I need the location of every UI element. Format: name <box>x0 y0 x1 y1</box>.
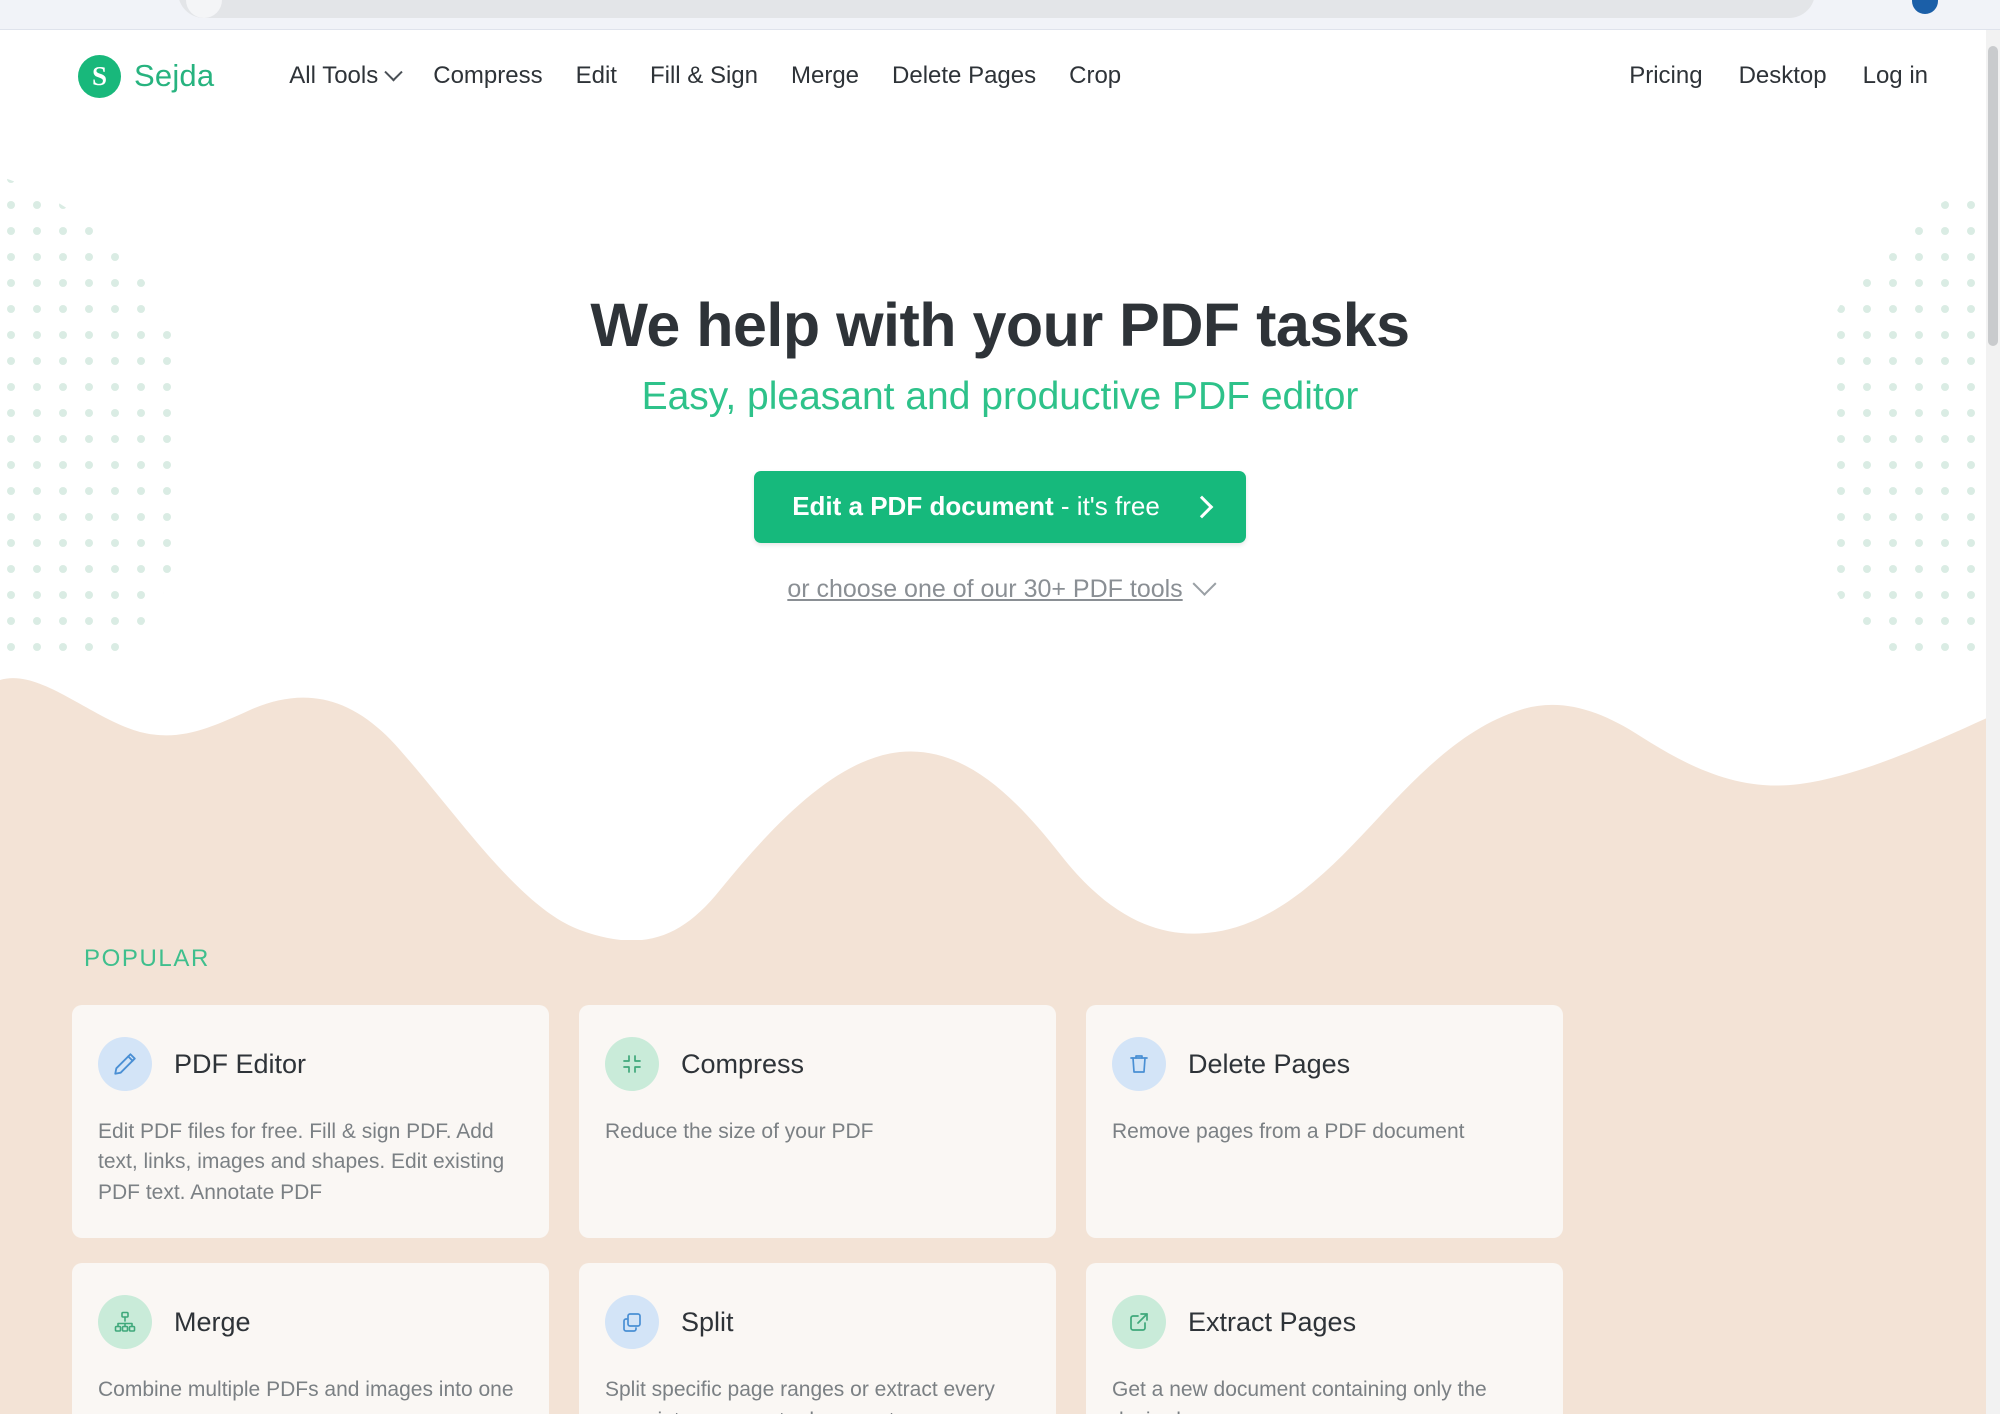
tool-card-title: Delete Pages <box>1188 1048 1351 1079</box>
tool-card-header: Split <box>605 1295 1030 1350</box>
nav-item-label: Log in <box>1862 62 1928 89</box>
nav-item-label: Desktop <box>1738 62 1827 89</box>
browser-chrome-strip <box>0 0 2000 30</box>
tool-card-description: Remove pages from a PDF document <box>1112 1120 1465 1143</box>
nav-item-label: Fill & Sign <box>649 62 758 89</box>
nav-item-label: Crop <box>1069 62 1122 89</box>
tool-card-split[interactable]: Split Split specific page ranges or extr… <box>579 1263 1056 1414</box>
tool-card-header: PDF Editor <box>98 1037 523 1091</box>
nav-item-label: Edit <box>575 62 617 89</box>
nav-item-all-tools[interactable]: All Tools <box>289 62 403 90</box>
compress-arrows-icon <box>605 1037 659 1091</box>
tool-card-header: Delete Pages <box>1112 1037 1537 1091</box>
tool-card-title: Split <box>681 1306 734 1337</box>
nav-item-label: Compress <box>433 62 543 89</box>
hero-subtitle: Easy, pleasant and productive PDF editor <box>641 375 1359 419</box>
hero-cta-wrap: Edit a PDF document - it's free <box>0 471 2000 544</box>
tool-card-grid: PDF Editor Edit PDF files for free. Fill… <box>72 1005 1622 1414</box>
popular-tools-section: POPULAR PDF Editor Edit PDF files for fr… <box>0 945 2000 1414</box>
chevron-right-icon <box>1190 495 1214 518</box>
nav-item-pricing[interactable]: Pricing <box>1629 62 1702 90</box>
nav-item-label: All Tools <box>289 62 379 89</box>
page-title: We help with your PDF tasks <box>590 291 1410 359</box>
nav-item-merge[interactable]: Merge <box>791 62 859 90</box>
tool-card-header: Compress <box>605 1037 1030 1091</box>
sejda-logo-icon: S <box>78 54 121 98</box>
pencil-icon <box>98 1037 152 1091</box>
choose-tools-label: or choose one of our 30+ PDF tools <box>787 575 1183 604</box>
choose-tools-link[interactable]: or choose one of our 30+ PDF tools <box>787 571 1217 604</box>
secondary-nav: Pricing Desktop Log in <box>1629 62 1928 90</box>
nav-item-label: Delete Pages <box>892 62 1037 89</box>
layers-copy-icon <box>605 1295 659 1350</box>
site-header: S Sejda All Tools Compress Edit Fill & S… <box>0 30 2000 122</box>
page-root: S Sejda All Tools Compress Edit Fill & S… <box>0 0 2000 1414</box>
popular-section-label: POPULAR <box>84 945 210 972</box>
tool-card-description: Split specific page ranges or extract ev… <box>605 1378 995 1414</box>
browser-address-bar[interactable] <box>178 0 1815 18</box>
nav-item-edit[interactable]: Edit <box>576 62 617 90</box>
nav-item-label: Merge <box>791 62 860 89</box>
nav-item-label: Pricing <box>1629 62 1703 89</box>
cta-primary-label: Edit a PDF document <box>792 491 1054 522</box>
tool-card-title: Merge <box>174 1306 251 1337</box>
nav-item-delete-pages[interactable]: Delete Pages <box>892 62 1036 90</box>
browser-profile-avatar[interactable] <box>1912 0 1938 14</box>
page-scrollbar[interactable] <box>1986 30 2000 1414</box>
external-link-icon <box>1112 1295 1166 1350</box>
tool-card-description: Edit PDF files for free. Fill & sign PDF… <box>98 1120 505 1204</box>
nav-item-desktop[interactable]: Desktop <box>1739 62 1827 90</box>
tool-card-title: PDF Editor <box>174 1048 307 1079</box>
page-scrollbar-thumb[interactable] <box>1988 46 1998 346</box>
tool-card-title: Extract Pages <box>1188 1306 1357 1337</box>
chevron-down-icon <box>1192 571 1217 596</box>
tool-card-header: Merge <box>98 1295 523 1350</box>
tool-card-header: Extract Pages <box>1112 1295 1537 1350</box>
hero-section: We help with your PDF tasks Easy, pleasa… <box>0 122 2000 652</box>
sitemap-icon <box>98 1295 152 1350</box>
tool-card-description: Reduce the size of your PDF <box>605 1120 874 1143</box>
brand-name: Sejda <box>134 58 215 93</box>
hero-content: We help with your PDF tasks Easy, pleasa… <box>0 122 2000 604</box>
tool-card-pdf-editor[interactable]: PDF Editor Edit PDF files for free. Fill… <box>72 1005 549 1239</box>
tool-card-extract-pages[interactable]: Extract Pages Get a new document contain… <box>1086 1263 1563 1414</box>
tool-card-merge[interactable]: Merge Combine multiple PDFs and images i… <box>72 1263 549 1414</box>
tool-card-description: Combine multiple PDFs and images into on… <box>98 1378 514 1402</box>
nav-item-compress[interactable]: Compress <box>433 62 542 90</box>
cta-secondary-label: - it's free <box>1060 491 1160 522</box>
brand-logo-link[interactable]: S Sejda <box>78 54 215 98</box>
primary-nav: All Tools Compress Edit Fill & Sign Merg… <box>289 62 1121 90</box>
tool-card-title: Compress <box>681 1048 805 1079</box>
nav-item-fill-and-sign[interactable]: Fill & Sign <box>650 62 758 90</box>
tool-card-description: Get a new document containing only the d… <box>1112 1378 1487 1414</box>
tool-card-delete-pages[interactable]: Delete Pages Remove pages from a PDF doc… <box>1086 1005 1563 1239</box>
tool-card-compress[interactable]: Compress Reduce the size of your PDF <box>579 1005 1056 1239</box>
edit-pdf-cta-button[interactable]: Edit a PDF document - it's free <box>754 471 1246 544</box>
wave-divider-decoration <box>0 678 2000 950</box>
chevron-down-icon <box>384 62 403 81</box>
choose-tools-wrap: or choose one of our 30+ PDF tools <box>0 543 2000 604</box>
nav-item-log-in[interactable]: Log in <box>1863 62 1928 90</box>
nav-item-crop[interactable]: Crop <box>1069 62 1121 90</box>
trash-icon <box>1112 1037 1166 1091</box>
